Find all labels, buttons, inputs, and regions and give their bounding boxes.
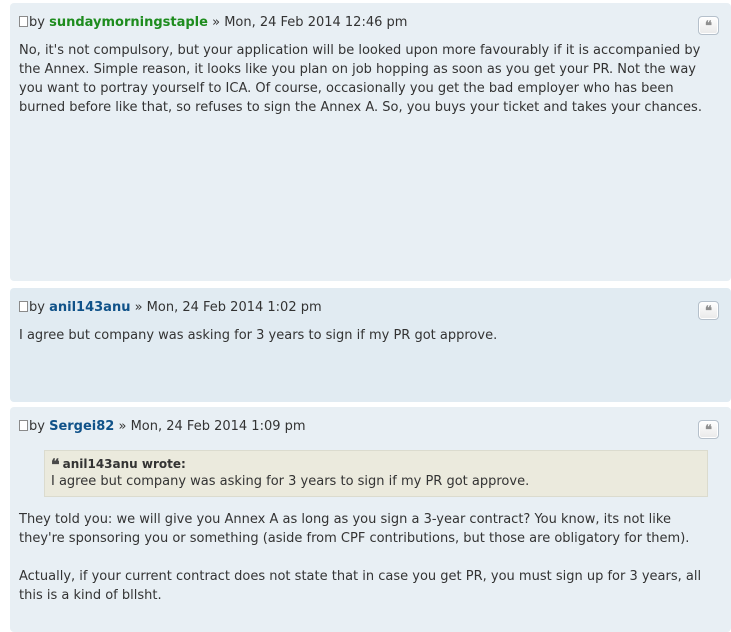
post-paragraph: No, it's not compulsory, but your applic… [19, 43, 702, 115]
post-header: by Sergei82 » Mon, 24 Feb 2014 1:09 pm ❝ [19, 417, 722, 439]
post-date: » Mon, 24 Feb 2014 12:46 pm [212, 15, 408, 30]
quote-cite: ❝ anil143anu wrote: [51, 456, 699, 473]
post-paragraph: I agree but company was asking for 3 yea… [19, 328, 498, 343]
post-icon[interactable] [19, 16, 28, 27]
post-date: » Mon, 24 Feb 2014 1:02 pm [134, 300, 322, 315]
post-header: by sundaymorningstaple » Mon, 24 Feb 201… [19, 13, 722, 35]
quote-button[interactable]: ❝ [698, 301, 719, 320]
author-link[interactable]: anil143anu [49, 300, 130, 315]
post-content: They told you: we will give you Annex A … [19, 510, 722, 605]
post: by Sergei82 » Mon, 24 Feb 2014 1:09 pm ❝… [10, 407, 731, 632]
quote-cite-text: anil143anu wrote: [62, 457, 186, 471]
post-paragraph: Actually, if your current contract does … [19, 569, 702, 603]
quote-mark-icon: ❝ [51, 455, 60, 474]
post-icon[interactable] [19, 301, 28, 312]
post-content: I agree but company was asking for 3 yea… [19, 326, 722, 345]
post: by sundaymorningstaple » Mon, 24 Feb 201… [10, 3, 731, 281]
blockquote: ❝ anil143anu wrote: I agree but company w… [44, 450, 708, 497]
quote-icon: ❝ [705, 19, 712, 34]
post-date: » Mon, 24 Feb 2014 1:09 pm [118, 419, 306, 434]
quote-button[interactable]: ❝ [698, 16, 719, 35]
quote-button[interactable]: ❝ [698, 420, 719, 439]
author-link[interactable]: Sergei82 [49, 419, 114, 434]
author-link[interactable]: sundaymorningstaple [49, 15, 208, 30]
post: by anil143anu » Mon, 24 Feb 2014 1:02 pm… [10, 288, 731, 402]
quote-icon: ❝ [705, 304, 712, 319]
post-icon[interactable] [19, 420, 28, 431]
by-label: by [29, 300, 45, 315]
by-label: by [29, 15, 45, 30]
post-header: by anil143anu » Mon, 24 Feb 2014 1:02 pm… [19, 298, 722, 320]
quote-icon: ❝ [705, 423, 712, 438]
post-paragraph: They told you: we will give you Annex A … [19, 512, 690, 546]
quote-text: I agree but company was asking for 3 yea… [51, 474, 530, 489]
post-content: No, it's not compulsory, but your applic… [19, 41, 722, 117]
by-label: by [29, 419, 45, 434]
